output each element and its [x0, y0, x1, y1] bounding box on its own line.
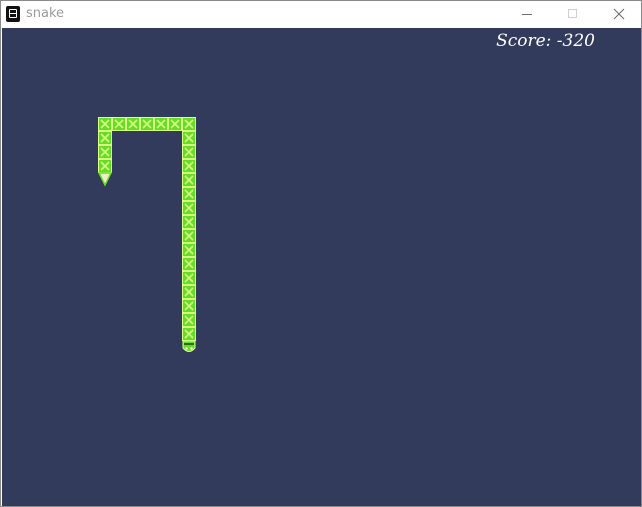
snake-segment — [140, 117, 154, 131]
snake-segment — [98, 131, 112, 145]
game-board — [97, 117, 196, 352]
snake-segment — [154, 117, 168, 131]
window-title: snake — [26, 6, 65, 21]
snake-segment — [182, 271, 196, 285]
close-icon — [613, 8, 625, 20]
snake-segment — [182, 159, 196, 173]
snake-segment — [182, 257, 196, 271]
snake-segment — [98, 145, 112, 159]
snake-segment — [182, 299, 196, 313]
game-window: snake Score: -320 — [0, 0, 642, 507]
snake-segment — [182, 215, 196, 229]
minimize-icon — [522, 14, 532, 15]
snake-segment — [182, 243, 196, 257]
snake-segment — [182, 145, 196, 159]
snake-segment — [112, 117, 126, 131]
snake-segment — [182, 327, 196, 341]
snake-segment — [182, 131, 196, 145]
snake-segment — [98, 117, 112, 131]
close-button[interactable] — [596, 1, 642, 27]
snake-segment — [182, 201, 196, 215]
snake-segment — [168, 117, 182, 131]
title-bar[interactable]: snake — [1, 1, 641, 27]
minimize-button[interactable] — [504, 1, 550, 27]
snake-tail — [97, 172, 113, 187]
snake-segment — [98, 159, 112, 173]
snake-head — [182, 340, 196, 352]
snake-segment — [182, 285, 196, 299]
maximize-icon — [568, 9, 577, 18]
game-canvas[interactable]: Score: -320 — [2, 28, 641, 506]
app-icon — [6, 6, 20, 22]
snake-segment — [182, 187, 196, 201]
snake-segment — [182, 229, 196, 243]
maximize-button — [550, 1, 596, 27]
snake-segment — [126, 117, 140, 131]
snake-segment — [182, 313, 196, 327]
snake-segment — [182, 173, 196, 187]
snake-segment — [182, 117, 196, 131]
